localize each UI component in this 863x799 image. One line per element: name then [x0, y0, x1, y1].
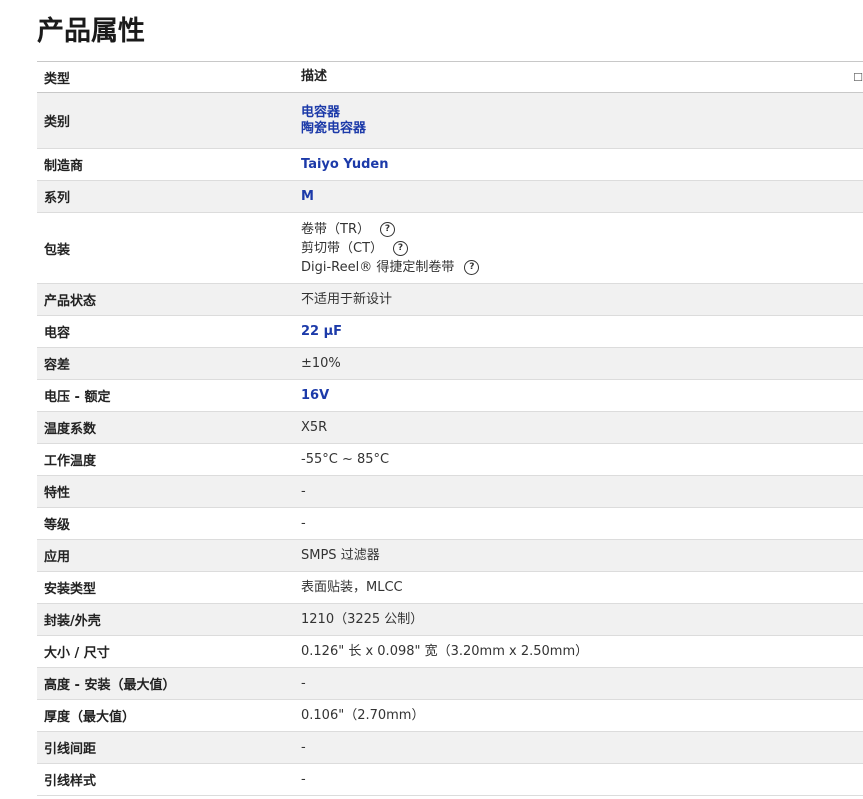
attribute-value-cell: 表面贴装，MLCC	[301, 577, 853, 599]
attribute-label: 电容	[44, 326, 71, 341]
attribute-value: -55°C ~ 85°C	[301, 451, 390, 467]
attribute-value: -	[301, 515, 306, 531]
attribute-value-link[interactable]: 16V	[301, 388, 853, 404]
attribute-label: 产品状态	[44, 294, 97, 309]
attribute-value-cell: -	[301, 737, 853, 759]
attribute-value-link[interactable]: Taiyo Yuden	[301, 157, 853, 173]
attribute-value-cell: M	[301, 186, 853, 208]
header-type: 类型	[44, 71, 71, 87]
table-row: 工作温度 -55°C ~ 85°C	[37, 444, 863, 476]
attribute-value-cell: X5R	[301, 417, 853, 439]
attribute-value: 0.106"（2.70mm）	[301, 707, 425, 723]
attribute-value-cell: 0.126" 长 x 0.098" 宽（3.20mm x 2.50mm）	[301, 641, 853, 663]
attribute-value-cell: 电容器 陶瓷电容器	[301, 102, 853, 140]
table-row: 引线间距 -	[37, 732, 863, 764]
attribute-label: 包装	[44, 242, 71, 258]
header-description: 描述	[301, 69, 328, 84]
product-attributes-table: 类型 描述 ☐ 类别 电容器 陶瓷电容器制造商 Taiyo Yuden 系列 M 包装 卷带（…	[37, 61, 863, 796]
attribute-value: 表面贴装，MLCC	[301, 579, 403, 595]
attribute-value-cell: 16V	[301, 385, 853, 407]
packaging-option: 剪切带（CT）?	[301, 239, 853, 258]
table-row: 电压 - 额定 16V	[37, 380, 863, 412]
table-row: 类别 电容器 陶瓷电容器	[37, 93, 863, 149]
attribute-value: 1210（3225 公制）	[301, 611, 424, 627]
table-row: 特性 -	[37, 476, 863, 508]
table-row: 包装 卷带（TR）? 剪切带（CT）? Digi-Reel® 得捷定制卷带?	[37, 213, 863, 284]
attribute-label: 容差	[44, 358, 71, 373]
attribute-label: 厚度（最大值）	[44, 710, 136, 725]
table-row: 安装类型 表面贴装，MLCC	[37, 572, 863, 604]
attribute-value-cell: 1210（3225 公制）	[301, 609, 853, 631]
packaging-option: Digi-Reel® 得捷定制卷带?	[301, 258, 853, 277]
attribute-value: -	[301, 739, 306, 755]
table-row: 产品状态 不适用于新设计	[37, 284, 863, 316]
packaging-option: 卷带（TR）?	[301, 220, 853, 239]
attribute-label: 引线样式	[44, 774, 97, 789]
attribute-value: X5R	[301, 419, 328, 435]
attribute-value: -	[301, 483, 306, 499]
packaging-option-label: 剪切带（CT）	[301, 240, 384, 256]
attribute-value: 不适用于新设计	[301, 291, 393, 307]
attribute-value-cell: -55°C ~ 85°C	[301, 449, 853, 471]
attribute-value-cell: 0.106"（2.70mm）	[301, 705, 853, 727]
attribute-value-link[interactable]: 电容器	[301, 105, 853, 121]
attribute-label: 温度系数	[44, 422, 97, 437]
attribute-value: 0.126" 长 x 0.098" 宽（3.20mm x 2.50mm）	[301, 643, 589, 659]
header-select-edge[interactable]: ☐	[853, 71, 863, 84]
question-circle-icon[interactable]: ?	[464, 259, 480, 275]
attribute-label: 制造商	[44, 159, 84, 174]
attribute-value-cell: -	[301, 769, 853, 791]
attribute-label: 特性	[44, 486, 71, 501]
attribute-label: 引线间距	[44, 742, 97, 757]
attribute-value: -	[301, 675, 306, 691]
attribute-value-cell: 22 µF	[301, 321, 853, 343]
attribute-value-link[interactable]: 陶瓷电容器	[301, 121, 853, 137]
table-row: 等级 -	[37, 508, 863, 540]
table-row: 封装/外壳 1210（3225 公制）	[37, 604, 863, 636]
table-row: 应用 SMPS 过滤器	[37, 540, 863, 572]
attribute-value: ±10%	[301, 355, 341, 371]
table-row: 大小 / 尺寸 0.126" 长 x 0.098" 宽（3.20mm x 2.50…	[37, 636, 863, 668]
table-row: 温度系数 X5R	[37, 412, 863, 444]
attribute-label: 等级	[44, 518, 71, 533]
attribute-value-cell: SMPS 过滤器	[301, 545, 853, 567]
attribute-value: SMPS 过滤器	[301, 547, 380, 563]
packaging-option-label: 卷带（TR）	[301, 221, 370, 237]
attribute-value-cell: -	[301, 481, 853, 503]
packaging-option-label: Digi-Reel® 得捷定制卷带	[301, 259, 455, 275]
attribute-value: -	[301, 771, 306, 787]
page-title: 产品属性	[37, 16, 145, 47]
attribute-label: 电压 - 额定	[44, 390, 111, 405]
attribute-value-cell: 不适用于新设计	[301, 289, 853, 311]
attribute-value-cell: ±10%	[301, 353, 853, 375]
attribute-label: 安装类型	[44, 582, 97, 597]
attribute-label: 应用	[44, 550, 71, 565]
attribute-value-cell: Taiyo Yuden	[301, 154, 853, 176]
attribute-label: 类别	[44, 115, 71, 130]
table-row: 引线样式 -	[37, 764, 863, 796]
attribute-value-link[interactable]: 22 µF	[301, 324, 853, 340]
attribute-value-link[interactable]: M	[301, 189, 853, 205]
table-row: 系列 M	[37, 181, 863, 213]
attribute-label: 系列	[44, 191, 71, 206]
attribute-label: 高度 - 安装（最大值）	[44, 678, 176, 693]
table-header-row: 类型 描述 ☐	[37, 62, 863, 93]
table-row: 高度 - 安装（最大值） -	[37, 668, 863, 700]
table-row: 制造商 Taiyo Yuden	[37, 149, 863, 181]
attribute-label: 工作温度	[44, 454, 97, 469]
question-circle-icon[interactable]: ?	[393, 240, 409, 256]
attribute-value-cell: -	[301, 673, 853, 695]
question-circle-icon[interactable]: ?	[379, 221, 395, 237]
table-row: 电容 22 µF	[37, 316, 863, 348]
attribute-label: 封装/外壳	[44, 614, 101, 629]
table-row: 容差 ±10%	[37, 348, 863, 380]
table-row: 厚度（最大值） 0.106"（2.70mm）	[37, 700, 863, 732]
attribute-label: 大小 / 尺寸	[44, 646, 110, 661]
attribute-value-cell: -	[301, 513, 853, 535]
attribute-value-cell: 卷带（TR）? 剪切带（CT）? Digi-Reel® 得捷定制卷带?	[301, 217, 853, 280]
